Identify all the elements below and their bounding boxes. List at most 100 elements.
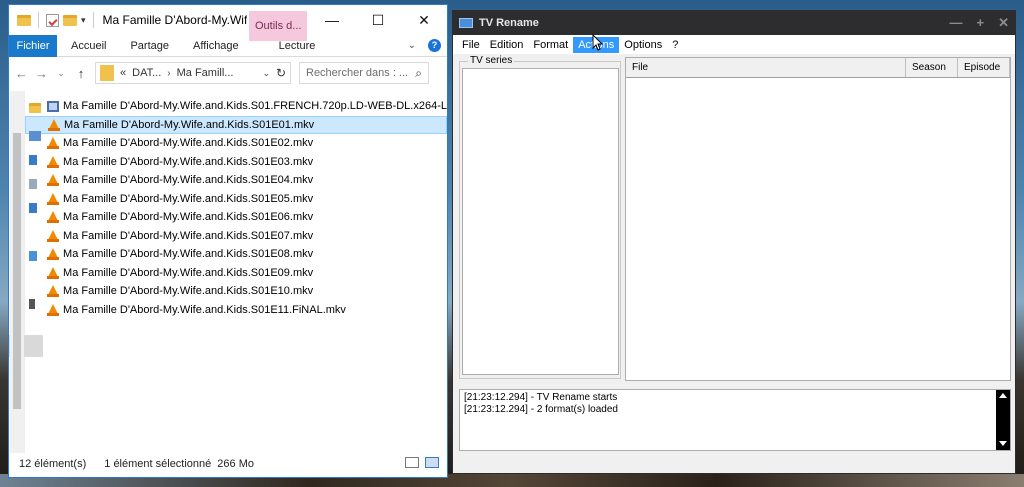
file-row[interactable]: Ma Famille D'Abord-My.Wife.and.Kids.S01E… [25, 245, 447, 264]
file-row[interactable]: Ma Famille D'Abord-My.Wife.and.Kids.S01E… [25, 208, 447, 227]
menu-file[interactable]: File [457, 37, 485, 53]
vlc-icon [47, 211, 60, 224]
address-bar[interactable]: « DAT... › Ma Famill... ⌄ ↻ [95, 62, 291, 84]
help-icon[interactable]: ? [428, 39, 441, 52]
tv-series-label: TV series [468, 55, 515, 66]
navigation-bar: ← → ⌄ ↑ « DAT... › Ma Famill... ⌄ ↻ Rech… [9, 57, 447, 89]
explorer-window-title: Ma Famille D'Abord-My.Wif... [102, 13, 247, 27]
explorer-titlebar: ▾ Ma Famille D'Abord-My.Wif... Outils d.… [9, 5, 447, 41]
file-row[interactable]: Ma Famille D'Abord-My.Wife.and.Kids.S01E… [25, 190, 447, 209]
column-season[interactable]: Season [906, 58, 958, 77]
search-input[interactable]: Rechercher dans : ... ⌕ [299, 62, 429, 84]
tab-partage[interactable]: Partage [130, 40, 169, 52]
file-row[interactable]: Ma Famille D'Abord-My.Wife.and.Kids.S01E… [25, 264, 447, 283]
menu-edition[interactable]: Edition [485, 37, 529, 53]
details-view-icon[interactable] [405, 457, 419, 468]
file-row[interactable]: Ma Famille D'Abord-My.Wife.and.Kids.S01E… [25, 282, 447, 301]
chevron-right-icon[interactable]: › [167, 68, 170, 79]
large-icons-view-icon[interactable] [425, 457, 439, 468]
tab-accueil[interactable]: Accueil [71, 40, 106, 52]
breadcrumb-current[interactable]: Ma Famill... [177, 67, 234, 79]
file-row[interactable]: Ma Famille D'Abord-My.Wife.and.Kids.S01.… [25, 97, 447, 116]
search-icon: ⌕ [415, 66, 422, 80]
scroll-up-icon[interactable] [999, 393, 1007, 398]
scroll-down-icon[interactable] [999, 441, 1007, 446]
refresh-icon[interactable]: ↻ [276, 66, 286, 80]
network-drive-icon[interactable] [29, 251, 37, 261]
tv-series-group: TV series [459, 55, 621, 379]
properties-icon[interactable] [46, 13, 59, 27]
close-icon[interactable]: ✕ [401, 5, 447, 35]
up-arrow-icon[interactable]: ↑ [75, 66, 87, 81]
file-row[interactable]: Ma Famille D'Abord-My.Wife.and.Kids.S01E… [25, 301, 447, 320]
back-arrow-icon[interactable]: ← [15, 66, 28, 81]
file-name: Ma Famille D'Abord-My.Wife.and.Kids.S01E… [63, 174, 314, 187]
file-row[interactable]: Ma Famille D'Abord-My.Wife.and.Kids.S01E… [25, 134, 447, 153]
new-folder-icon[interactable] [63, 14, 77, 26]
ribbon-tabs: Fichier Accueil Partage Affichage Lectur… [9, 34, 447, 57]
view-switcher [405, 457, 439, 468]
window-controls: — ☐ ✕ [309, 5, 447, 35]
minimize-icon[interactable]: — [309, 5, 355, 35]
expand-ribbon-icon[interactable]: ⌄ [408, 40, 416, 51]
customize-toolbar-icon[interactable]: ▾ [81, 15, 86, 26]
toolbar-divider [38, 12, 39, 28]
search-placeholder: Rechercher dans : ... [306, 67, 409, 79]
file-name: Ma Famille D'Abord-My.Wife.and.Kids.S01E… [63, 137, 314, 150]
vlc-icon [47, 303, 60, 316]
nav-scrollbar[interactable] [10, 91, 25, 453]
navigation-pane[interactable] [9, 91, 43, 453]
drive-icon[interactable] [29, 155, 37, 165]
folder-icon [100, 65, 114, 81]
quick-access-toolbar: ▾ [9, 12, 97, 28]
tvr-window-title: TV Rename [479, 17, 539, 29]
scrollbar-thumb[interactable] [13, 133, 22, 409]
file-row[interactable]: Ma Famille D'Abord-My.Wife.and.Kids.S01E… [25, 115, 447, 134]
selection-info: 1 élément sélectionné [104, 458, 212, 470]
file-name: Ma Famille D'Abord-My.Wife.and.Kids.S01E… [63, 192, 314, 205]
status-bar: 12 élément(s) 1 élément sélectionné 266 … [9, 451, 447, 477]
column-file[interactable]: File [626, 58, 906, 77]
file-row[interactable]: Ma Famille D'Abord-My.Wife.and.Kids.S01E… [25, 171, 447, 190]
menu-format[interactable]: Format [528, 37, 573, 53]
log-scrollbar[interactable] [996, 390, 1010, 450]
file-row[interactable]: Ma Famille D'Abord-My.Wife.and.Kids.S01E… [25, 227, 447, 246]
minimize-icon[interactable]: — [950, 15, 963, 31]
file-grid[interactable]: File Season Episode [625, 57, 1011, 381]
maximize-icon[interactable]: + [977, 15, 985, 31]
breadcrumb-dat[interactable]: DAT... [132, 67, 161, 79]
vlc-icon [48, 118, 61, 131]
log-panel[interactable]: [21:23:12.294] - TV Rename starts [21:23… [459, 389, 1011, 451]
recent-locations-icon[interactable]: ⌄ [55, 68, 67, 79]
file-row[interactable]: Ma Famille D'Abord-My.Wife.and.Kids.S01E… [25, 153, 447, 172]
file-name: Ma Famille D'Abord-My.Wife.and.Kids.S01E… [63, 229, 314, 242]
column-episode[interactable]: Episode [958, 58, 1010, 77]
log-line: [21:23:12.294] - TV Rename starts [464, 392, 618, 403]
item-count: 12 élément(s) [19, 458, 87, 470]
selection-size: 266 Mo [217, 458, 254, 470]
document-icon[interactable] [29, 179, 37, 189]
forward-arrow-icon[interactable]: → [35, 66, 48, 81]
vlc-icon [47, 285, 60, 298]
tv-series-list[interactable] [462, 68, 619, 375]
file-name: Ma Famille D'Abord-My.Wife.and.Kids.S01E… [63, 248, 314, 261]
download-icon[interactable] [29, 203, 37, 213]
quick-access-folder-icon[interactable] [29, 103, 41, 113]
tvr-titlebar: TV Rename — + ✕ [453, 11, 1015, 35]
breadcrumb-overflow[interactable]: « [120, 67, 126, 79]
tab-lecture[interactable]: Lecture [279, 40, 316, 52]
maximize-icon[interactable]: ☐ [355, 5, 401, 35]
menu-options[interactable]: Options [619, 37, 667, 53]
close-icon[interactable]: ✕ [998, 15, 1009, 31]
video-folder-icon [47, 100, 60, 112]
tab-fichier[interactable]: Fichier [9, 34, 57, 57]
app-icon [459, 18, 473, 28]
music-icon[interactable] [29, 299, 35, 309]
file-name: Ma Famille D'Abord-My.Wife.and.Kids.S01E… [63, 285, 314, 298]
chevron-down-icon[interactable]: ⌄ [262, 68, 270, 79]
grid-header: File Season Episode [626, 58, 1010, 78]
pc-icon[interactable] [29, 131, 41, 141]
file-list: Ma Famille D'Abord-My.Wife.and.Kids.S01.… [25, 91, 447, 453]
tab-affichage[interactable]: Affichage [193, 40, 239, 52]
menu-help[interactable]: ? [667, 37, 683, 53]
